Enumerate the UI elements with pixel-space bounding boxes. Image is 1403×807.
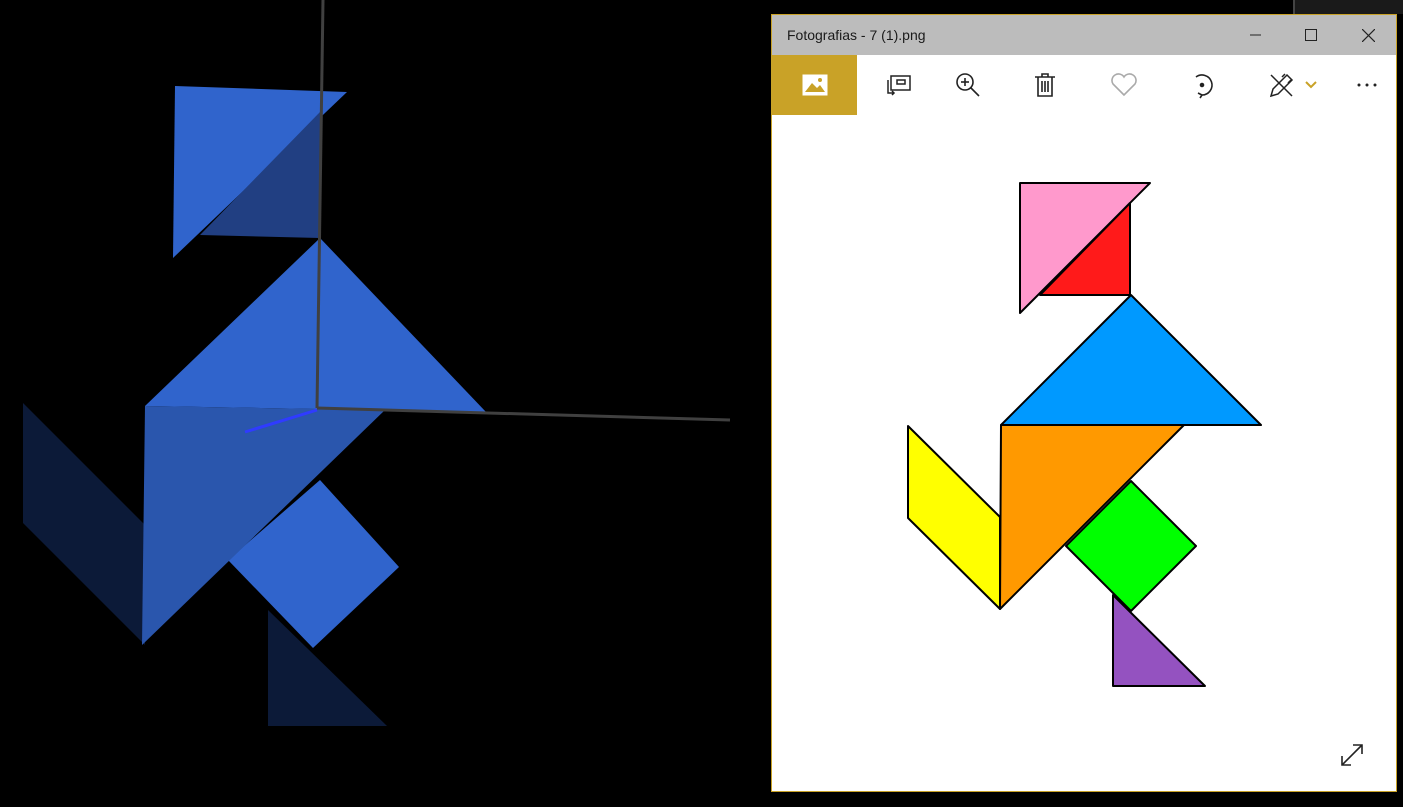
- zoom-in-button[interactable]: [946, 55, 990, 115]
- toolbar: [772, 55, 1396, 115]
- rotate-button[interactable]: [1180, 55, 1224, 115]
- edit-draw-icon: [1269, 73, 1294, 98]
- delete-button[interactable]: [1023, 55, 1067, 115]
- 3d-viewport[interactable]: [0, 0, 770, 807]
- photos-window[interactable]: Fotografias - 7 (1).png: [771, 14, 1397, 792]
- rotate-icon: [1195, 74, 1213, 99]
- minimize-icon: [1250, 34, 1261, 36]
- image-viewer[interactable]: [772, 115, 1396, 793]
- more-icon: [1357, 83, 1377, 87]
- maximize-icon: [1305, 29, 1317, 41]
- more-options-button[interactable]: [1347, 55, 1387, 115]
- tangram-image: [907, 182, 1262, 687]
- minimize-button[interactable]: [1229, 15, 1283, 55]
- edit-create-button[interactable]: [1267, 55, 1297, 115]
- background-window-edge: [1293, 0, 1403, 14]
- heart-icon: [1111, 73, 1137, 97]
- yellow-parallelogram: [907, 425, 1001, 610]
- close-button[interactable]: [1341, 15, 1395, 55]
- expand-icon: [1341, 744, 1363, 766]
- fullscreen-button[interactable]: [1338, 741, 1366, 769]
- purple-triangle: [1112, 594, 1206, 687]
- image-icon: [802, 74, 827, 96]
- maximize-button[interactable]: [1284, 15, 1338, 55]
- edit-dropdown-button[interactable]: [1301, 55, 1321, 115]
- 3d-body-triangle: [145, 238, 486, 412]
- favorite-button[interactable]: [1102, 55, 1146, 115]
- chevron-down-icon: [1305, 81, 1317, 89]
- slideshow-icon: [887, 75, 911, 96]
- title-bar[interactable]: Fotografias - 7 (1).png: [772, 15, 1396, 55]
- window-title: Fotografias - 7 (1).png: [787, 27, 926, 43]
- close-icon: [1361, 28, 1375, 42]
- delete-icon: [1035, 73, 1055, 97]
- see-all-photos-button[interactable]: [772, 55, 857, 115]
- zoom-in-icon: [956, 73, 980, 97]
- slideshow-button[interactable]: [877, 55, 921, 115]
- 3d-dark-parallelogram: [23, 403, 145, 645]
- blue-triangle: [1000, 294, 1262, 426]
